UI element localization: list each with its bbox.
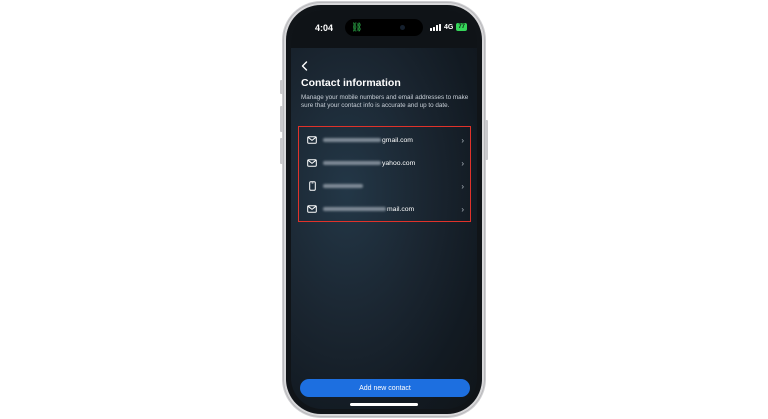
contact-list: gmail.com › yahoo.com › › mail.com › [298,126,471,222]
contact-value: yahoo.com [323,160,415,167]
signal-icon [429,23,441,31]
status-time: 4:04 [315,23,334,33]
redacted-text [323,138,381,142]
battery-icon: 77 [456,23,467,31]
contact-row-email-3[interactable]: mail.com › [299,198,470,220]
chevron-right-icon: › [461,158,464,168]
redacted-text [323,207,386,211]
contact-row-email-2[interactable]: yahoo.com › [299,152,470,174]
contact-row-email-1[interactable]: gmail.com › [299,129,470,151]
page-description: Manage your mobile numbers and email add… [301,94,469,110]
link-icon: ⛓ [351,22,363,32]
phone-bezel: 4:04 ⛓ 4G 77 Contact information Manage … [286,5,482,414]
redacted-text [323,161,381,165]
contact-value: mail.com [323,206,414,213]
page-title: Contact information [301,77,401,89]
phone-frame: 4:04 ⛓ 4G 77 Contact information Manage … [280,2,488,417]
camera-icon [400,25,405,30]
chevron-right-icon: › [461,204,464,214]
side-button [280,80,283,94]
contact-domain: gmail.com [382,136,413,144]
mail-icon [307,135,317,145]
contact-domain: yahoo.com [382,159,416,167]
mail-icon [307,204,317,214]
contact-value [323,184,364,188]
chevron-right-icon: › [461,181,464,191]
dynamic-island: ⛓ [345,19,423,36]
chevron-left-icon [301,61,308,71]
contact-domain: mail.com [387,205,415,213]
chevron-right-icon: › [461,135,464,145]
back-button[interactable] [301,61,308,73]
contact-value: gmail.com [323,137,413,144]
status-bar: 4:04 ⛓ 4G 77 [291,10,477,48]
screen: 4:04 ⛓ 4G 77 Contact information Manage … [291,10,477,409]
contact-row-phone[interactable]: › [299,175,470,197]
phone-icon [307,181,317,191]
volume-up-button [280,106,283,132]
mail-icon [307,158,317,168]
home-indicator [350,403,418,406]
volume-down-button [280,138,283,164]
add-new-contact-button[interactable]: Add new contact [300,379,470,397]
redacted-text [323,184,363,188]
network-type: 4G [443,23,454,31]
power-button [485,120,488,160]
status-indicators: 4G 77 [429,23,467,31]
